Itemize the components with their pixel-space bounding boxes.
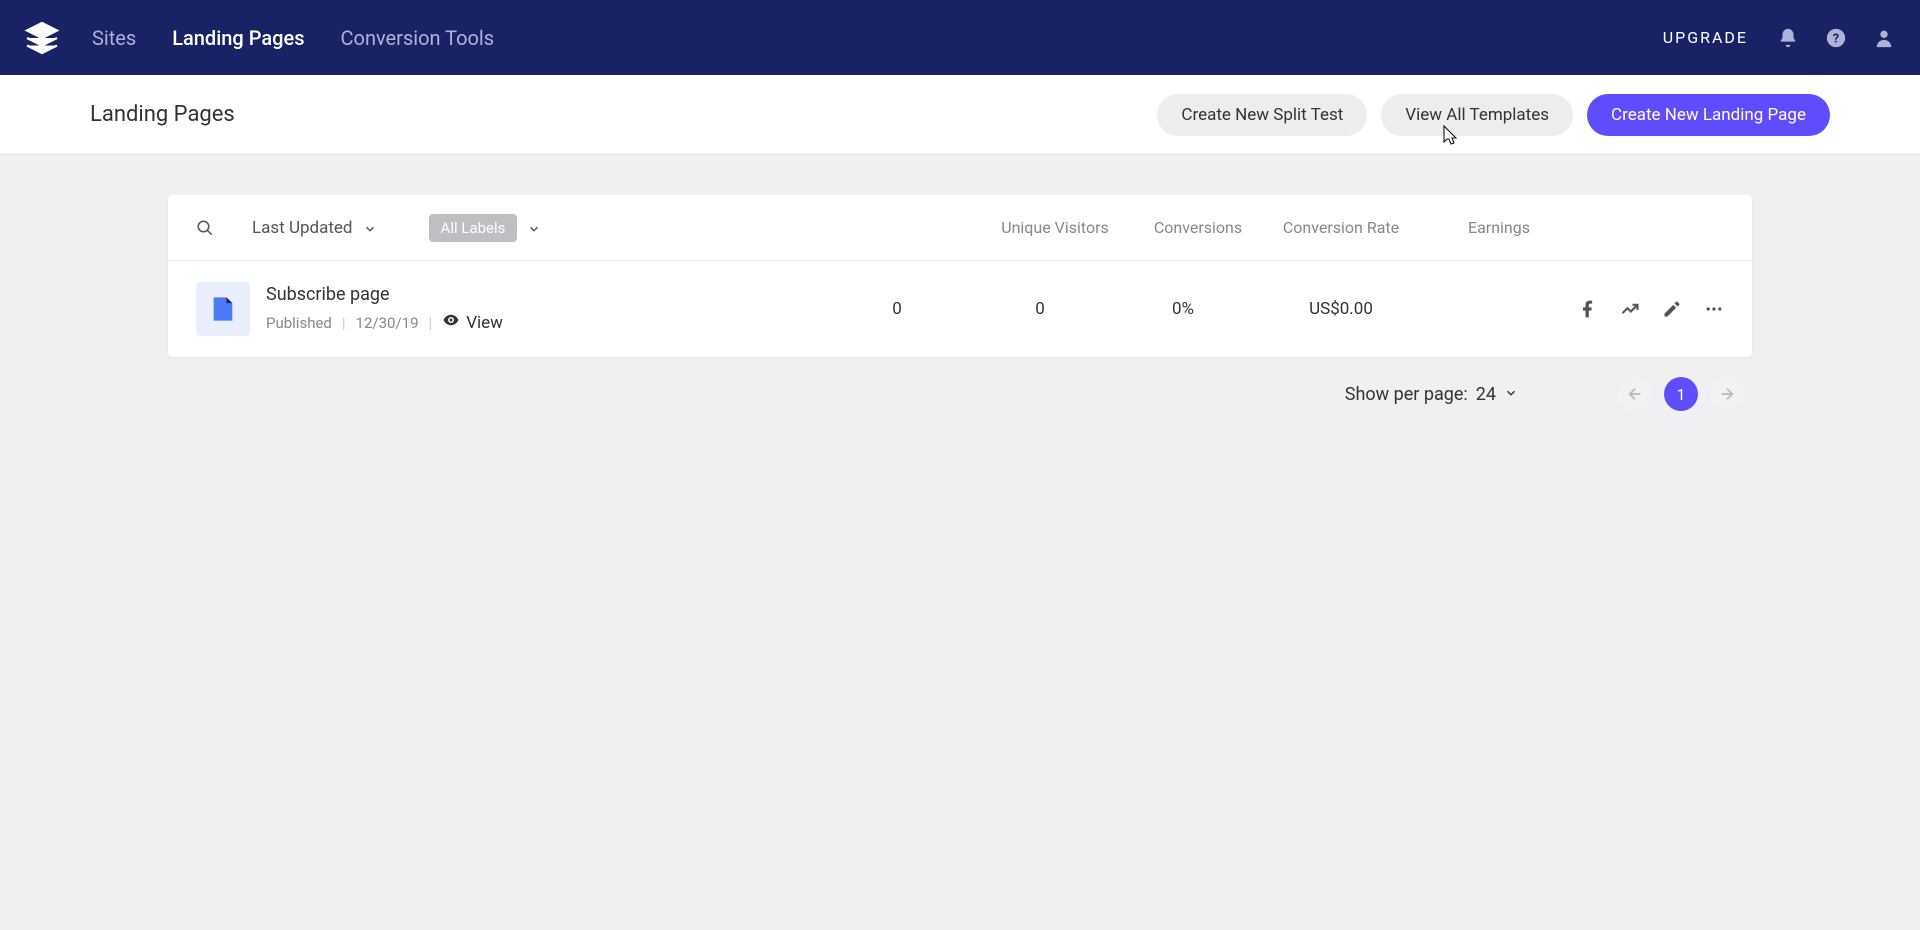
stat-rate: 0%	[1108, 299, 1258, 319]
stat-earnings: US$0.00	[1266, 299, 1416, 319]
stat-visitors: 0	[822, 299, 972, 319]
nav-tabs: Sites Landing Pages Conversion Tools	[92, 26, 494, 50]
row-info: Subscribe page Published | 12/30/19 | Vi…	[266, 284, 503, 334]
per-page-dropdown[interactable]: Show per page: 24	[1345, 384, 1518, 405]
col-header-visitors: Unique Visitors	[980, 218, 1130, 237]
upgrade-link[interactable]: UPGRADE	[1663, 28, 1748, 47]
view-link[interactable]: View	[442, 311, 503, 334]
page-controls: 1	[1618, 377, 1744, 411]
sort-label: Last Updated	[252, 218, 353, 238]
sub-header-buttons: Create New Split Test View All Templates…	[1157, 94, 1830, 136]
stat-conversions: 0	[980, 299, 1100, 319]
page-status: Published	[266, 314, 332, 332]
chevron-down-icon	[527, 221, 541, 235]
view-all-templates-button[interactable]: View All Templates	[1381, 94, 1573, 136]
user-icon[interactable]	[1872, 26, 1896, 50]
page-title: Landing Pages	[90, 102, 235, 127]
prev-page-button[interactable]	[1618, 377, 1652, 411]
chevron-down-icon	[1504, 384, 1518, 405]
create-split-test-button[interactable]: Create New Split Test	[1157, 94, 1367, 136]
page-thumbnail[interactable]	[196, 282, 250, 336]
col-header-earnings: Earnings	[1424, 218, 1574, 237]
per-page-label: Show per page:	[1345, 384, 1468, 405]
view-label: View	[466, 313, 503, 333]
app-logo[interactable]	[24, 20, 60, 56]
sub-header: Landing Pages Create New Split Test View…	[0, 75, 1920, 155]
pagination-bar: Show per page: 24 1	[168, 357, 1752, 411]
column-headers: Unique Visitors Conversions Conversion R…	[541, 218, 1724, 237]
eye-icon	[442, 311, 460, 334]
page-number-current[interactable]: 1	[1664, 377, 1698, 411]
svg-text:?: ?	[1833, 31, 1839, 46]
chevron-down-icon	[363, 221, 377, 235]
main-content: Last Updated All Labels Unique Visitors …	[0, 155, 1920, 411]
page-meta: Published | 12/30/19 | View	[266, 311, 503, 334]
nav-icons-group: ?	[1776, 26, 1896, 50]
create-new-landing-page-button[interactable]: Create New Landing Page	[1587, 94, 1830, 136]
table-row: Subscribe page Published | 12/30/19 | Vi…	[168, 261, 1752, 357]
col-header-conversions: Conversions	[1138, 218, 1258, 237]
more-icon[interactable]	[1704, 299, 1724, 319]
nav-tab-landing-pages[interactable]: Landing Pages	[172, 26, 304, 50]
sort-dropdown[interactable]: Last Updated	[252, 218, 377, 238]
top-nav: Sites Landing Pages Conversion Tools UPG…	[0, 0, 1920, 75]
facebook-icon[interactable]	[1578, 299, 1598, 319]
label-filter-value: All Labels	[429, 214, 518, 242]
page-name[interactable]: Subscribe page	[266, 284, 503, 305]
row-stats: 0 0 0% US$0.00	[503, 299, 1724, 319]
row-actions	[1574, 299, 1724, 319]
table-controls-row: Last Updated All Labels Unique Visitors …	[168, 195, 1752, 261]
nav-tab-sites[interactable]: Sites	[92, 26, 136, 50]
edit-icon[interactable]	[1662, 299, 1682, 319]
search-icon[interactable]	[196, 219, 214, 237]
separator: |	[342, 314, 346, 332]
separator: |	[429, 314, 433, 332]
col-header-rate: Conversion Rate	[1266, 218, 1416, 237]
nav-tab-conversion-tools[interactable]: Conversion Tools	[341, 26, 495, 50]
landing-pages-table: Last Updated All Labels Unique Visitors …	[168, 195, 1752, 357]
analytics-icon[interactable]	[1620, 299, 1640, 319]
page-date: 12/30/19	[356, 314, 419, 332]
next-page-button[interactable]	[1710, 377, 1744, 411]
bell-icon[interactable]	[1776, 26, 1800, 50]
label-filter-dropdown[interactable]: All Labels	[429, 214, 542, 242]
per-page-value: 24	[1476, 384, 1496, 405]
help-icon[interactable]: ?	[1824, 26, 1848, 50]
